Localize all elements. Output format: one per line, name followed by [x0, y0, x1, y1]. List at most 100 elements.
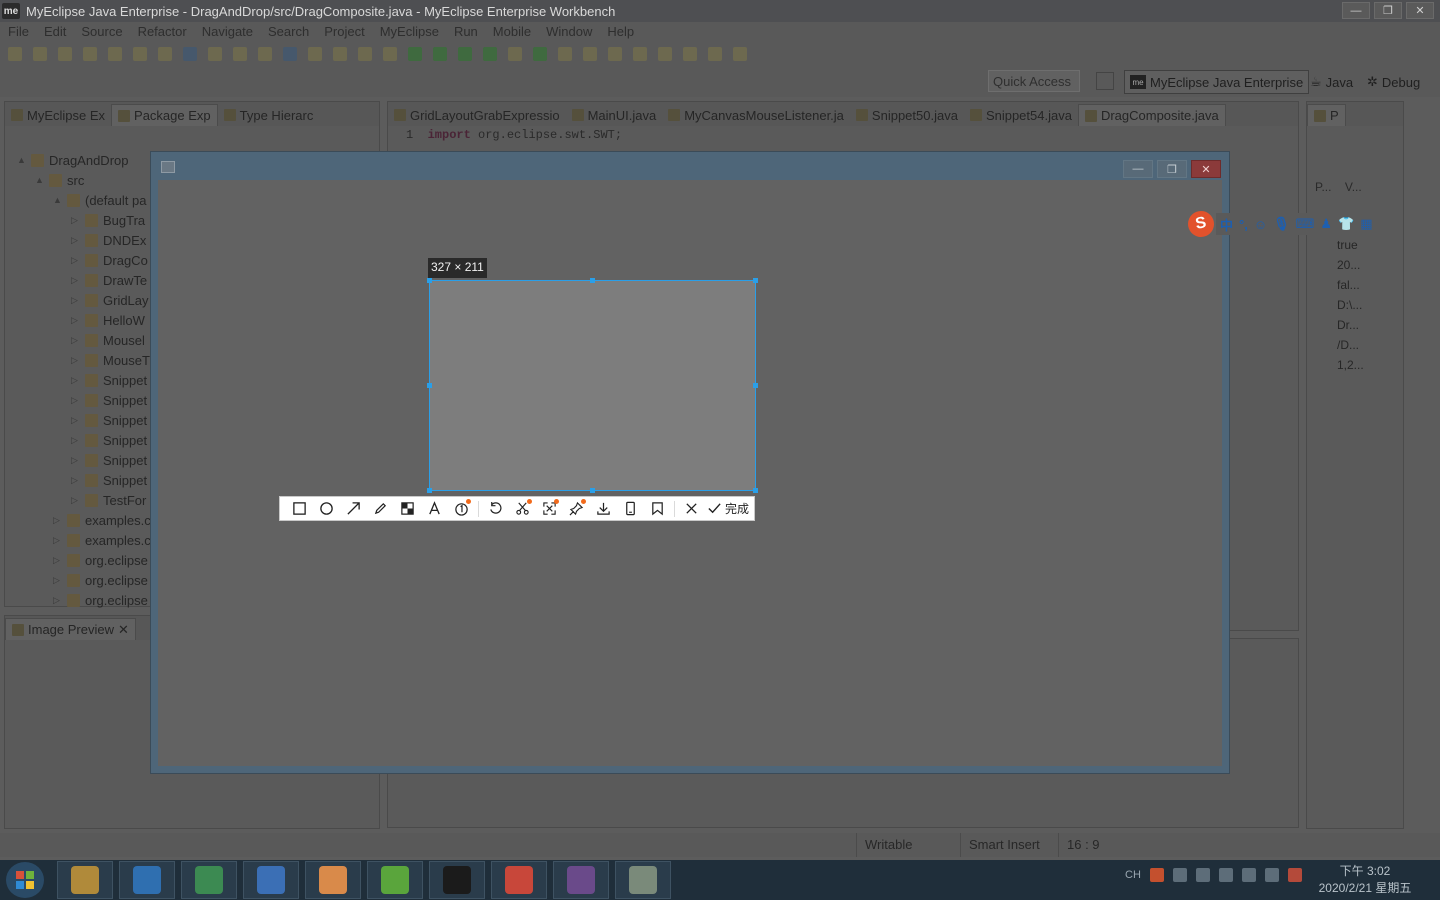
layout-icon[interactable] [308, 47, 322, 61]
tree-item[interactable]: ▲ (default pa [13, 190, 151, 210]
menu-refactor[interactable]: Refactor [138, 24, 187, 39]
expand-arrow-icon[interactable]: ▲ [17, 155, 27, 165]
deploy-icon[interactable] [183, 47, 197, 61]
menu-edit[interactable]: Edit [44, 24, 66, 39]
tree-item[interactable]: ▷ org.eclipse [13, 590, 151, 610]
expand-arrow-icon[interactable]: ▷ [53, 535, 63, 546]
keyboard-icon[interactable]: ⌨ [1296, 216, 1315, 232]
tab-image-preview[interactable]: Image Preview ✕ [5, 618, 136, 640]
expand-arrow-icon[interactable]: ▷ [71, 355, 81, 366]
open-file-icon[interactable] [258, 47, 272, 61]
open-type-icon[interactable] [558, 47, 572, 61]
restore-button[interactable]: ❐ [1374, 2, 1402, 19]
network-tray-icon[interactable] [1172, 868, 1187, 882]
expand-arrow-icon[interactable]: ▷ [53, 595, 63, 606]
user-icon[interactable]: ♟ [1320, 216, 1332, 232]
done-button[interactable]: 完成 [707, 500, 749, 517]
open-task-icon[interactable] [583, 47, 597, 61]
tree-item[interactable]: ▷ Snippet [13, 450, 151, 470]
expand-arrow-icon[interactable]: ▷ [53, 515, 63, 526]
skin-icon[interactable]: 👕 [1338, 216, 1354, 232]
start-button[interactable] [6, 862, 44, 898]
expand-arrow-icon[interactable]: ▷ [71, 215, 81, 226]
taskbar-clock[interactable]: 下午 3:02 2020/2/21 星期五 [1300, 863, 1430, 897]
save-to-device-tool[interactable] [617, 497, 644, 520]
new-icon[interactable] [8, 47, 22, 61]
next-annotation-icon[interactable] [658, 47, 672, 61]
resize-handle-se[interactable] [753, 488, 758, 493]
redo-icon[interactable] [158, 47, 172, 61]
tree-item[interactable]: ▷ Mousel [13, 330, 151, 350]
tree-item[interactable]: ▷ BugTra [13, 210, 151, 230]
expand-arrow-icon[interactable]: ▷ [71, 435, 81, 446]
perspective-debug[interactable]: ✲ Debug [1367, 70, 1420, 94]
taskbar-app-myeclipse[interactable] [429, 861, 485, 899]
sogou-tray-icon[interactable] [1149, 868, 1164, 882]
taskbar-app-outlook[interactable] [119, 861, 175, 899]
run-config-icon[interactable] [458, 47, 472, 61]
save-icon[interactable] [58, 47, 72, 61]
perspective-java[interactable]: ☕ Java [1310, 70, 1353, 94]
taskbar-app-chrome[interactable] [491, 861, 547, 899]
window-menu-icon[interactable] [161, 161, 175, 173]
expand-arrow-icon[interactable]: ▷ [53, 575, 63, 586]
long-screenshot-tool[interactable] [536, 497, 563, 520]
tab-properties[interactable]: P [1307, 104, 1346, 126]
taskbar-app-file-explorer[interactable] [57, 861, 113, 899]
printer-tray-icon[interactable] [1218, 868, 1233, 882]
tree-item[interactable]: ▷ Snippet [13, 390, 151, 410]
tree-item[interactable]: ▲ DragAndDrop [13, 150, 151, 170]
capture-selection[interactable] [429, 280, 756, 491]
resize-handle-sw[interactable] [427, 488, 432, 493]
input-language-indicator[interactable]: CH [1125, 869, 1141, 881]
minimize-button[interactable]: — [1342, 2, 1370, 19]
perspective-myeclipse[interactable]: me MyEclipse Java Enterprise [1124, 70, 1310, 94]
new-class-icon[interactable] [508, 47, 522, 61]
tree-item[interactable]: ▷ examples.c [13, 530, 151, 550]
back-icon[interactable] [708, 47, 722, 61]
battery-icon[interactable] [1264, 868, 1279, 882]
menu-navigate[interactable]: Navigate [202, 24, 253, 39]
tree-item[interactable]: ▷ DragCo [13, 250, 151, 270]
taskbar-app-s-app[interactable] [181, 861, 237, 899]
run-icon[interactable] [433, 47, 447, 61]
print-icon[interactable] [108, 47, 122, 61]
tree-item[interactable]: ▲ src [13, 170, 151, 190]
refresh-icon[interactable] [383, 47, 397, 61]
editor-tab-5[interactable]: DragComposite.java [1077, 104, 1226, 126]
pin-tool[interactable] [563, 497, 590, 520]
new-java-icon[interactable] [533, 47, 547, 61]
tab-left-2[interactable]: Type Hierarc [218, 104, 320, 126]
expand-arrow-icon[interactable]: ▷ [53, 555, 63, 566]
close-button[interactable]: ✕ [1406, 2, 1434, 19]
forward-icon[interactable] [733, 47, 747, 61]
undo-icon[interactable] [133, 47, 147, 61]
dialog-minimize-button[interactable]: — [1123, 160, 1153, 178]
link-icon[interactable] [358, 47, 372, 61]
close-tab-icon[interactable]: ✕ [118, 622, 129, 638]
expand-arrow-icon[interactable]: ▷ [71, 255, 81, 266]
resize-handle-e[interactable] [753, 383, 758, 388]
tree-item[interactable]: ▷ TestFor [13, 490, 151, 510]
editor-tab-1[interactable]: MainUI.java [566, 104, 663, 126]
tree-item[interactable]: ▷ HelloW [13, 310, 151, 330]
resize-handle-n[interactable] [590, 278, 595, 283]
resize-handle-s[interactable] [590, 488, 595, 493]
editor-tab-3[interactable]: Snippet50.java [850, 104, 964, 126]
tree-item[interactable]: ▷ org.eclipse [13, 550, 151, 570]
tree-item[interactable]: ▷ org.eclipse [13, 570, 151, 590]
taskbar-app-cat-app[interactable] [553, 861, 609, 899]
quick-access-input[interactable]: Quick Access [988, 70, 1080, 92]
toolbox-icon[interactable]: ▦ [1360, 216, 1372, 232]
dialog-maximize-button[interactable]: ❐ [1157, 160, 1187, 178]
menu-help[interactable]: Help [607, 24, 634, 39]
prev-annotation-icon[interactable] [683, 47, 697, 61]
dialog-close-button[interactable]: ✕ [1191, 160, 1221, 178]
expand-arrow-icon[interactable]: ▷ [71, 495, 81, 506]
punctuation-icon[interactable]: °, [1239, 217, 1248, 232]
tab-left-0[interactable]: MyEclipse Ex [5, 104, 111, 126]
mosaic-tool[interactable] [394, 497, 421, 520]
tree-item[interactable]: ▷ examples.c [13, 510, 151, 530]
debug-icon[interactable] [408, 47, 422, 61]
tree-item[interactable]: ▷ MouseT [13, 350, 151, 370]
